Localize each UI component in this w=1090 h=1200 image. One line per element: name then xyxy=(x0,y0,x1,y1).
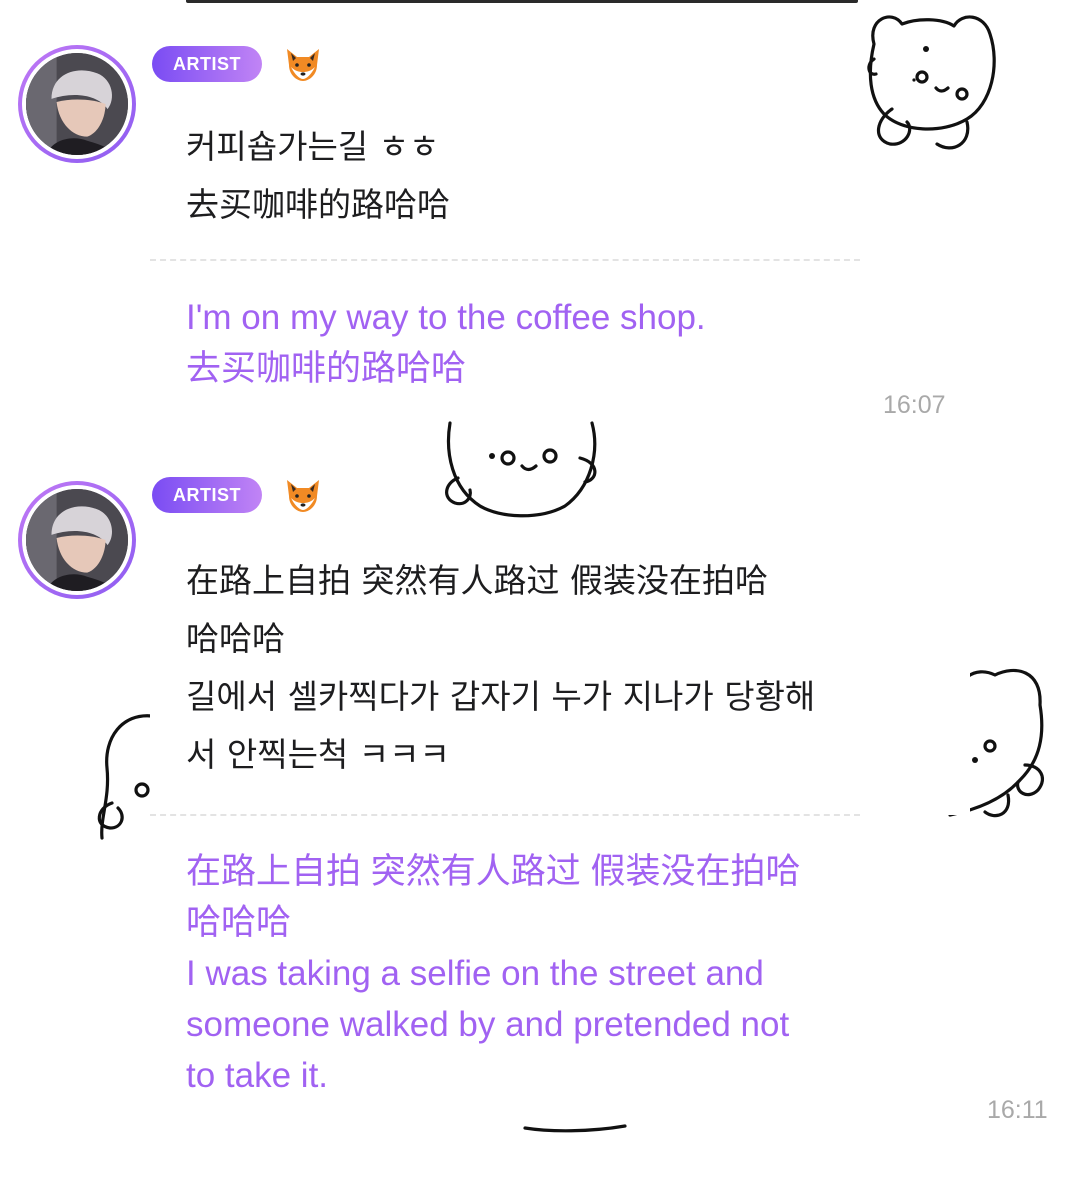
translation-line: 在路上自拍 突然有人路过 假装没在拍哈 xyxy=(186,852,801,891)
translation-divider xyxy=(150,259,860,261)
translation-line: 哈哈哈 xyxy=(186,903,292,942)
translation-line: I was taking a selfie on the street and xyxy=(186,954,764,993)
artist-badge: ARTIST xyxy=(152,477,262,513)
bear-sticker-top-right xyxy=(867,15,996,150)
message-line: 在路上自拍 突然有人路过 假装没在拍哈 xyxy=(186,561,768,600)
message-line: 길에서 셀카찍다가 갑자기 누가 지나가 당황해 xyxy=(186,677,816,716)
fox-emoji-icon xyxy=(283,45,323,85)
previous-message-edge xyxy=(186,0,858,3)
translation-line: I'm on my way to the coffee shop. xyxy=(186,298,706,337)
message-text: 커피숍가는길 ㅎㅎ 去买咖啡的路哈哈 xyxy=(186,118,450,234)
bear-sticker-bottom xyxy=(523,1124,627,1133)
artist-avatar[interactable] xyxy=(18,45,136,163)
message-line: 커피숍가는길 ㅎㅎ xyxy=(186,127,440,166)
avatar-photo xyxy=(26,489,128,591)
message-line: 서 안찍는척 ㅋㅋㅋ xyxy=(186,735,450,774)
translation-divider xyxy=(150,814,860,816)
translation-line: someone walked by and pretended not xyxy=(186,1005,790,1044)
message-timestamp: 16:07 xyxy=(883,391,946,419)
artist-avatar[interactable] xyxy=(18,481,136,599)
translation-line: to take it. xyxy=(186,1056,329,1095)
translation-text: 在路上自拍 突然有人路过 假装没在拍哈 哈哈哈 I was taking a s… xyxy=(186,846,800,1101)
message-line: 哈哈哈 xyxy=(186,619,285,658)
message-timestamp: 16:11 xyxy=(987,1096,1048,1124)
bear-sticker-middle xyxy=(445,421,597,518)
fox-emoji-icon xyxy=(283,476,323,516)
artist-badge: ARTIST xyxy=(152,46,262,82)
translation-line: 去买咖啡的路哈哈 xyxy=(186,349,467,388)
message-line: 去买咖啡的路哈哈 xyxy=(186,185,450,224)
translation-text: I'm on my way to the coffee shop. 去买咖啡的路… xyxy=(186,292,706,394)
avatar-photo xyxy=(26,53,128,155)
message-text: 在路上自拍 突然有人路过 假装没在拍哈 哈哈哈 길에서 셀카찍다가 갑자기 누가… xyxy=(186,552,815,784)
